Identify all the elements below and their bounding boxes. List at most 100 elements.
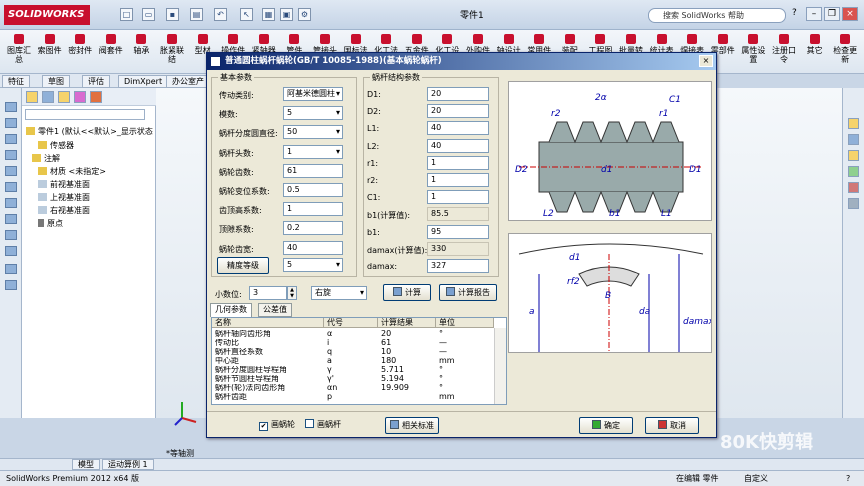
param-input[interactable]: 0.5 xyxy=(283,183,343,197)
status-custom[interactable]: 自定义 xyxy=(744,471,768,486)
tab-office[interactable]: 办公室产品 xyxy=(166,75,210,97)
tab-tolerance[interactable]: 公差值 xyxy=(258,303,292,317)
struct-input[interactable]: 40 xyxy=(427,121,489,136)
file-explorer-icon[interactable] xyxy=(848,150,859,161)
tab-sketch[interactable]: 草图 xyxy=(42,75,70,88)
print-icon[interactable]: ▤ xyxy=(190,8,203,21)
param-input[interactable]: 0.2 xyxy=(283,221,343,236)
tool-icon[interactable] xyxy=(5,150,17,160)
calculate-button[interactable]: 计算 xyxy=(383,284,431,301)
undo-icon[interactable]: ↶ xyxy=(214,8,227,21)
tool-icon[interactable] xyxy=(5,166,17,176)
tree-item[interactable]: 注解 xyxy=(32,153,60,164)
ribbon-button[interactable]: 图库汇总 xyxy=(4,34,34,64)
decimals-spinner[interactable]: ▲ ▼ xyxy=(287,286,297,300)
param-input[interactable]: 1 xyxy=(283,144,343,159)
custom-properties-icon[interactable] xyxy=(848,198,859,209)
draw-worm-checkbox[interactable]: 画蜗杆 xyxy=(305,419,341,430)
help-icon[interactable]: ? xyxy=(792,8,797,18)
param-input[interactable]: 阿基米德圆柱 xyxy=(283,87,343,101)
struct-input[interactable]: 40 xyxy=(427,138,489,153)
precision-select[interactable]: 5 xyxy=(283,258,343,272)
ribbon-button[interactable]: 密封件 xyxy=(65,34,95,55)
ribbon-button[interactable]: 索图件 xyxy=(35,34,65,55)
display-manager-icon[interactable] xyxy=(90,91,102,103)
options-icon[interactable]: ⚙ xyxy=(298,8,311,21)
design-library-icon[interactable] xyxy=(848,134,859,145)
calc-report-button[interactable]: 计算报告 xyxy=(439,284,497,301)
draw-wheel-checkbox[interactable]: ✔ 画蜗轮 xyxy=(259,419,295,431)
tree-item[interactable]: 材质 <未指定> xyxy=(38,166,106,177)
file-properties-icon[interactable]: ▣ xyxy=(280,8,293,21)
close-icon[interactable]: × xyxy=(842,7,858,21)
open-folder-icon[interactable]: ▭ xyxy=(142,8,155,21)
column-header[interactable]: 名称 xyxy=(212,318,324,328)
tool-icon[interactable] xyxy=(5,246,17,256)
tab-features[interactable]: 特征 xyxy=(2,75,30,88)
tool-icon[interactable] xyxy=(5,264,17,274)
ribbon-button[interactable]: 检查更新 xyxy=(830,34,860,64)
related-standards-button[interactable]: 相关标准 xyxy=(385,417,439,434)
struct-input[interactable]: 327 xyxy=(427,259,489,273)
tool-icon[interactable] xyxy=(5,198,17,208)
appearances-icon[interactable] xyxy=(848,182,859,193)
struct-input[interactable]: 20 xyxy=(427,104,489,119)
ribbon-button[interactable]: 阀套件 xyxy=(96,34,126,55)
property-manager-icon[interactable] xyxy=(42,91,54,103)
ribbon-button[interactable]: 注册口令 xyxy=(769,34,799,64)
struct-input[interactable]: 1 xyxy=(427,155,489,170)
tool-icon[interactable] xyxy=(5,182,17,192)
tree-root[interactable]: 零件1 (默认<<默认>_显示状态 xyxy=(26,126,153,137)
param-input[interactable]: 40 xyxy=(283,240,343,255)
tool-icon[interactable] xyxy=(5,230,17,240)
tree-item[interactable]: 前视基准面 xyxy=(38,179,90,190)
struct-input[interactable]: 1 xyxy=(427,190,489,205)
help-search-input[interactable]: 搜索 SolidWorks 帮助 xyxy=(648,8,786,23)
struct-input[interactable]: 20 xyxy=(427,87,489,101)
ribbon-button[interactable]: 胀紧联结 xyxy=(157,34,187,64)
config-manager-icon[interactable] xyxy=(58,91,70,103)
select-icon[interactable]: ↖ xyxy=(240,8,253,21)
resources-icon[interactable] xyxy=(848,118,859,129)
rebuild-icon[interactable]: ▦ xyxy=(262,8,275,21)
tab-evaluate[interactable]: 评估 xyxy=(82,75,110,88)
ribbon-button[interactable]: 其它 xyxy=(800,34,830,55)
table-scrollbar[interactable] xyxy=(494,328,506,404)
tool-icon[interactable] xyxy=(5,280,17,290)
dimxpert-icon[interactable] xyxy=(74,91,86,103)
tool-icon[interactable] xyxy=(5,102,17,112)
tree-filter-input[interactable] xyxy=(25,109,145,120)
param-input[interactable]: 1 xyxy=(283,202,343,217)
hand-select[interactable]: 右旋 xyxy=(311,286,367,300)
cancel-button[interactable]: 取消 xyxy=(645,417,699,434)
struct-input[interactable]: 95 xyxy=(427,224,489,239)
ribbon-button[interactable]: 轴承 xyxy=(126,34,156,55)
minimize-icon[interactable]: – xyxy=(806,7,822,21)
tool-icon[interactable] xyxy=(5,214,17,224)
tree-item[interactable]: 上视基准面 xyxy=(38,192,90,203)
tab-geometry[interactable]: 几何参数 xyxy=(210,303,252,317)
column-header[interactable]: 计算结果 xyxy=(378,318,436,328)
dialog-close-button[interactable]: × xyxy=(699,55,713,67)
feature-manager-icon[interactable] xyxy=(26,91,38,103)
tab-motion-study[interactable]: 运动算例 1 xyxy=(102,459,154,470)
tab-dimxpert[interactable]: DimXpert xyxy=(118,75,169,88)
tool-icon[interactable] xyxy=(5,134,17,144)
decimals-input[interactable]: 3 xyxy=(249,286,287,300)
column-header[interactable]: 单位 xyxy=(436,318,494,328)
column-header[interactable]: 代号 xyxy=(324,318,378,328)
param-input[interactable]: 50 xyxy=(283,125,343,140)
tool-icon[interactable] xyxy=(5,118,17,128)
new-file-icon[interactable]: □ xyxy=(120,8,133,21)
param-input[interactable]: 5 xyxy=(283,106,343,121)
tree-item[interactable]: 传感器 xyxy=(38,140,74,151)
param-input[interactable]: 61 xyxy=(283,163,343,178)
precision-grade-button[interactable]: 精度等级 xyxy=(217,257,269,274)
ok-button[interactable]: 确定 xyxy=(579,417,633,434)
restore-icon[interactable]: ❐ xyxy=(824,7,840,21)
save-icon[interactable]: ▪ xyxy=(166,8,179,21)
search-icon[interactable] xyxy=(848,166,859,177)
tree-item[interactable]: 右视基准面 xyxy=(38,205,90,216)
status-help-icon[interactable]: ? xyxy=(846,471,850,486)
tree-item[interactable]: 原点 xyxy=(38,218,63,229)
